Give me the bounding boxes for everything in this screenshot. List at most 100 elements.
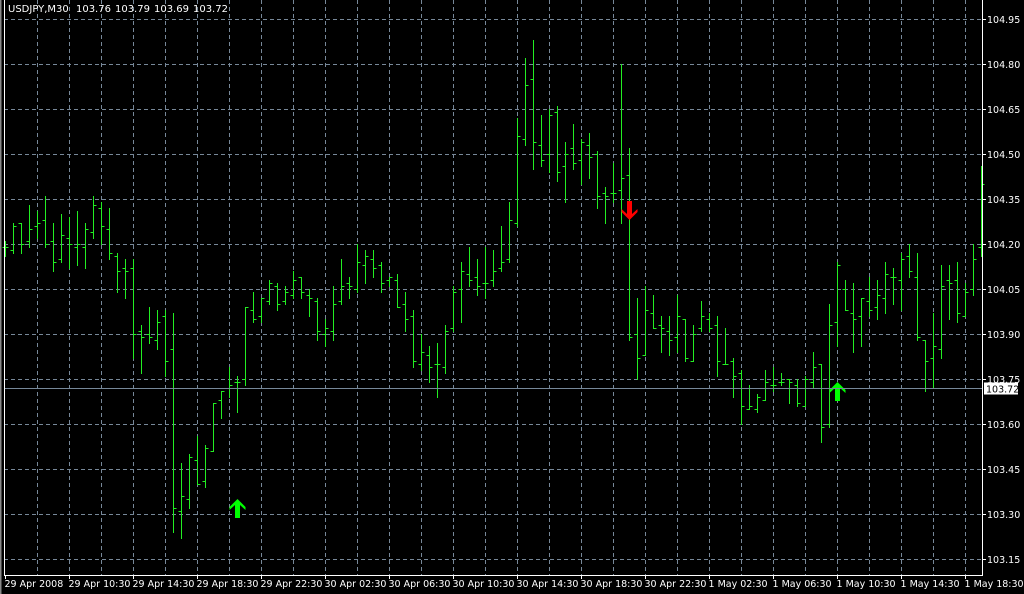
header-open: 103.76 (75, 4, 111, 15)
ohlc-bar (538, 115, 545, 167)
ohlc-bar (946, 265, 953, 320)
current-price-label: 103.72 (984, 382, 1019, 396)
ohlc-bar (154, 310, 161, 350)
header-low: 103.69 (153, 4, 189, 15)
time-tick-label: 1 May 18:30 (965, 579, 1024, 590)
ohlc-bar (594, 151, 601, 209)
time-tick-label: 1 May 14:30 (901, 579, 960, 590)
ohlc-bar (842, 280, 849, 311)
time-tick-label: 1 May 06:30 (773, 579, 832, 590)
ohlc-bar (898, 253, 905, 311)
ohlc-bar (666, 316, 673, 356)
ohlc-bar (722, 328, 729, 365)
ohlc-bar (346, 277, 353, 299)
ohlc-bar (858, 298, 865, 347)
header-high: 103.79 (114, 4, 150, 15)
ohlc-bar (482, 247, 489, 299)
time-tick-label: 30 Apr 10:30 (453, 579, 515, 590)
ohlc-bar (234, 376, 241, 413)
ohlc-bar (882, 262, 889, 314)
ohlc-bar (338, 259, 345, 305)
price-tick-label: 104.35 (987, 195, 1020, 206)
chart-frame (0, 0, 983, 594)
ohlc-bar (378, 262, 385, 293)
ohlc-bar (610, 163, 617, 203)
ohlc-bar (170, 313, 177, 533)
time-tick-label: 1 May 10:30 (837, 579, 896, 590)
ohlc-bar (922, 340, 929, 392)
ohlc-bar (298, 277, 305, 299)
ohlc-bar (546, 109, 553, 173)
ohlc-bar (250, 292, 257, 323)
ohlc-bar (978, 166, 985, 257)
ohlc-bar (434, 343, 441, 398)
price-tick-label: 104.20 (987, 240, 1020, 251)
ohlc-bar (730, 358, 737, 398)
ohlc-bar (578, 139, 585, 185)
ohlc-bar (274, 283, 281, 311)
ohlc-bar (890, 268, 897, 305)
price-tick-label: 103.90 (987, 330, 1020, 341)
ohlc-bar (914, 253, 921, 341)
ohlc-bar (146, 307, 153, 344)
ohlc-bar (106, 208, 113, 260)
price-tick-label: 104.65 (987, 105, 1020, 116)
ohlc-bar (450, 286, 457, 332)
ohlc-bar (938, 265, 945, 359)
ohlc-bar (122, 259, 129, 299)
ohlc-bar (634, 298, 641, 380)
ohlc-bar (682, 319, 689, 362)
price-chart[interactable]: 104.95 104.80 104.65 104.50 104.35 104.20 104.… (0, 0, 1024, 594)
sell-arrow-down-icon (621, 201, 638, 220)
ohlc-bar (10, 223, 17, 254)
ohlc-bar (570, 124, 577, 170)
ohlc-bar (242, 307, 249, 386)
ohlc-bar (794, 379, 801, 407)
ohlc-bar (698, 301, 705, 332)
ohlc-bar (266, 280, 273, 305)
ohlc-bar (186, 454, 193, 509)
ohlc-bar (58, 214, 65, 263)
price-tick-label: 104.05 (987, 285, 1020, 296)
ohlc-bar (42, 196, 49, 248)
time-tick-label: 30 Apr 14:30 (517, 579, 579, 590)
ohlc-bar (370, 250, 377, 278)
ohlc-bar (114, 253, 121, 293)
ohlc-bar (442, 325, 449, 374)
grid (4, 0, 982, 575)
ohlc-bar (762, 370, 769, 401)
ohlc-bar (906, 244, 913, 278)
ohlc-bar (322, 319, 329, 347)
ohlc-bar (474, 259, 481, 296)
ohlc-bar (498, 226, 505, 272)
ohlc-bar (866, 277, 873, 317)
time-tick-label: 29 Apr 10:30 (69, 579, 131, 590)
ohlc-bar (394, 274, 401, 308)
ohlc-bar (530, 40, 537, 170)
time-tick-label: 30 Apr 18:30 (581, 579, 643, 590)
ohlc-bar (850, 283, 857, 353)
symbol-timeframe: USDJPY,M30 (8, 4, 69, 15)
ohlc-bar (802, 376, 809, 407)
ohlc-bar (706, 313, 713, 332)
ohlc-bar (98, 202, 105, 245)
ohlc-bar (962, 283, 969, 317)
ohlc-bar (826, 304, 833, 428)
ohlc-bar (210, 403, 217, 452)
ohlc-bar (458, 262, 465, 323)
ohlc-bar (642, 286, 649, 356)
current-price-text: 103.72 (986, 385, 1019, 396)
price-tick-label: 104.80 (987, 60, 1020, 71)
ohlc-bar (650, 295, 657, 329)
price-tick-label: 103.60 (987, 420, 1020, 431)
ohlc-bar (290, 271, 297, 299)
ohlc-bar (330, 286, 337, 341)
ohlc-bar (506, 202, 513, 263)
ohlc-bar (50, 223, 57, 272)
ohlc-bar (490, 250, 497, 287)
ohlc-bar (386, 277, 393, 287)
time-tick-label: 29 Apr 18:30 (197, 579, 259, 590)
ohlc-bar (586, 133, 593, 179)
ohlc-bar (34, 211, 41, 239)
ohlc-bar (410, 310, 417, 368)
